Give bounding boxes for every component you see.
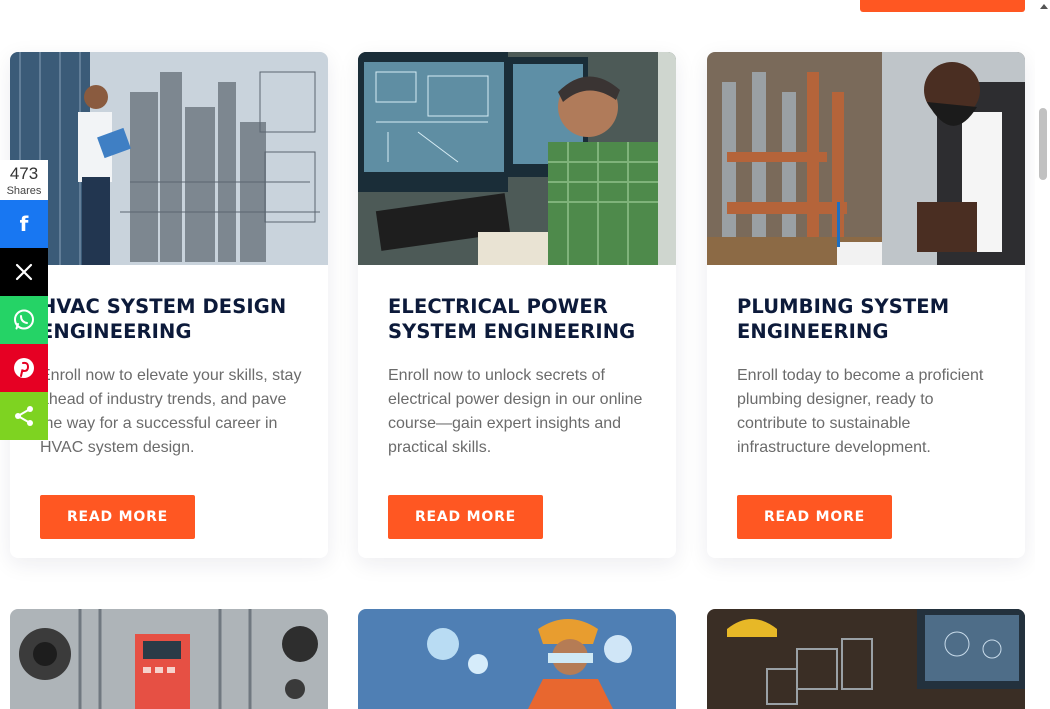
share-more-button[interactable]: [0, 392, 48, 440]
share-icon: [15, 406, 33, 426]
social-share-bar: 473 Shares f: [0, 160, 48, 440]
course-card-plumbing: PLUMBING SYSTEM ENGINEERING Enroll today…: [707, 52, 1025, 558]
share-count: 473: [9, 164, 39, 183]
x-icon: [15, 263, 33, 281]
course-image-engineer: [358, 609, 676, 709]
course-card-row2-3: [707, 609, 1025, 709]
top-button[interactable]: [860, 0, 1025, 12]
card-title: ELECTRICAL POWER SYSTEM ENGINEERING: [388, 295, 636, 343]
card-description: Enroll now to elevate your skills, stay …: [40, 367, 302, 456]
whatsapp-share-button[interactable]: [0, 296, 48, 344]
course-image-plumbing: [707, 52, 1025, 265]
share-counter: 473 Shares: [0, 160, 48, 200]
card-title: HVAC SYSTEM DESIGN ENGINEERING: [40, 295, 287, 343]
card-description: Enroll today to become a proficient plum…: [737, 367, 984, 456]
facebook-icon: f: [19, 212, 29, 236]
course-card-electrical: ELECTRICAL POWER SYSTEM ENGINEERING Enro…: [358, 52, 676, 558]
course-card-row2-1: [10, 609, 328, 709]
scrollbar[interactable]: [1035, 0, 1050, 700]
facebook-share-button[interactable]: f: [0, 200, 48, 248]
course-card-hvac: HVAC SYSTEM DESIGN ENGINEERING Enroll no…: [10, 52, 328, 558]
course-image-hvac: [10, 52, 328, 265]
course-image-electronics: [10, 609, 328, 709]
pinterest-icon: [14, 358, 34, 378]
course-card-row2-2: [358, 609, 676, 709]
pinterest-share-button[interactable]: [0, 344, 48, 392]
whatsapp-icon: [14, 309, 34, 330]
course-image-electrical: [358, 52, 676, 265]
x-share-button[interactable]: [0, 248, 48, 296]
read-more-button[interactable]: READ MORE: [40, 495, 195, 539]
share-count-label: Shares: [6, 185, 42, 197]
read-more-button[interactable]: READ MORE: [737, 495, 892, 539]
card-description: Enroll now to unlock secrets of electric…: [388, 367, 643, 456]
read-more-button[interactable]: READ MORE: [388, 495, 543, 539]
card-title: PLUMBING SYSTEM ENGINEERING: [737, 295, 950, 343]
course-image-structures: [707, 609, 1025, 709]
scroll-up-arrow-icon[interactable]: [1040, 4, 1048, 9]
scrollbar-thumb[interactable]: [1039, 108, 1047, 180]
